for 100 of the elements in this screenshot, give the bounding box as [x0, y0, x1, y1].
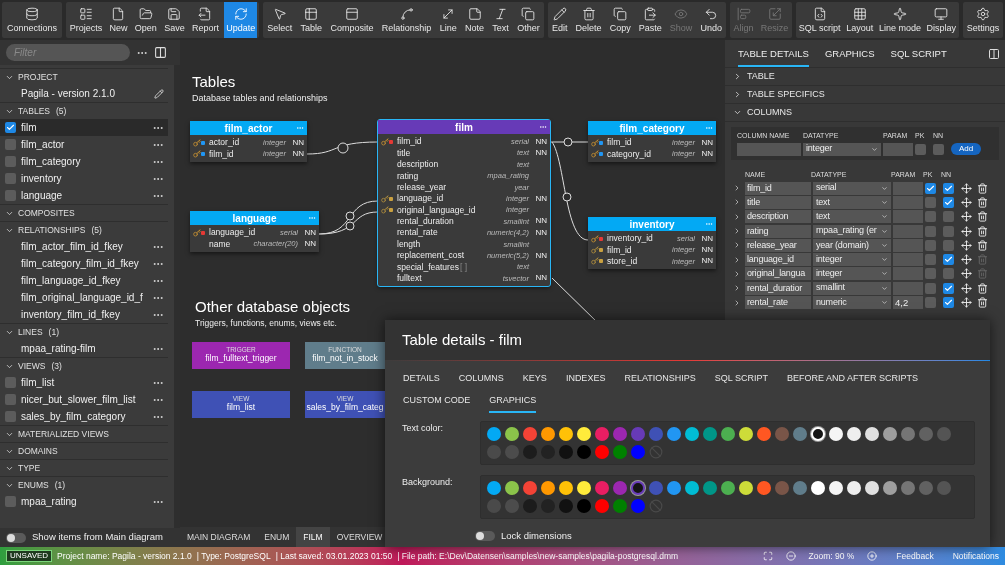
color-swatch[interactable]: [595, 499, 609, 513]
checkbox[interactable]: [5, 411, 16, 422]
move-icon[interactable]: [961, 297, 972, 308]
checkbox[interactable]: [925, 254, 936, 266]
color-swatch[interactable]: [505, 445, 519, 459]
color-swatch[interactable]: [721, 481, 735, 495]
dialog-tab[interactable]: DETAILS: [403, 369, 440, 391]
datatype-select[interactable]: integer: [803, 142, 881, 156]
toggle-switch[interactable]: [475, 531, 495, 542]
column-name-field[interactable]: description: [745, 210, 811, 224]
panel-toggle-icon[interactable]: [988, 48, 1000, 60]
checkbox[interactable]: [5, 156, 16, 167]
color-swatch[interactable]: [667, 427, 681, 441]
toolbar-button[interactable]: Save: [162, 2, 187, 38]
color-swatch[interactable]: [505, 499, 519, 513]
param-field[interactable]: [893, 181, 923, 195]
toolbar-button[interactable]: Display: [924, 2, 959, 38]
toolbar-button[interactable]: Report: [190, 2, 221, 38]
checkbox[interactable]: [925, 211, 936, 223]
tree-item[interactable]: film_list: [0, 374, 168, 391]
color-swatch[interactable]: [577, 445, 591, 459]
toolbar-button[interactable]: Text: [490, 2, 511, 38]
section-header[interactable]: PROJECT: [0, 68, 168, 85]
fullscreen-icon[interactable]: [762, 551, 773, 561]
color-swatch[interactable]: [739, 481, 753, 495]
checkbox[interactable]: [925, 239, 936, 251]
color-swatch[interactable]: [883, 481, 897, 495]
checkbox[interactable]: [925, 282, 936, 294]
color-swatch[interactable]: [721, 427, 735, 441]
dialog-tab[interactable]: GRAPHICS: [489, 391, 537, 413]
checkbox[interactable]: [943, 196, 954, 208]
relationship-line[interactable]: [551, 141, 589, 241]
diagram-tab[interactable]: ENUM: [257, 527, 297, 547]
color-swatch[interactable]: [559, 427, 573, 441]
column-name-field[interactable]: [737, 142, 801, 156]
checkbox[interactable]: [915, 143, 926, 155]
color-swatch[interactable]: [775, 481, 789, 495]
color-swatch[interactable]: [847, 481, 861, 495]
toolbar-button[interactable]: Copy: [607, 2, 633, 38]
color-swatch[interactable]: [649, 481, 663, 495]
color-swatch[interactable]: [613, 481, 627, 495]
param-field[interactable]: [883, 142, 913, 156]
move-icon[interactable]: [961, 254, 972, 266]
checkbox[interactable]: [943, 225, 954, 237]
dialog-tab[interactable]: RELATIONSHIPS: [624, 369, 696, 391]
more-icon[interactable]: [539, 123, 547, 131]
toolbar-button[interactable]: Projects: [67, 2, 105, 38]
checkbox[interactable]: [5, 139, 16, 150]
toolbar-button[interactable]: Line mode: [876, 2, 923, 38]
tree-item[interactable]: Pagila - version 2.1.0: [0, 85, 168, 102]
toolbar-button[interactable]: Relationship: [379, 2, 434, 38]
color-swatch[interactable]: [829, 481, 843, 495]
delete-icon[interactable]: [977, 239, 988, 251]
tree-item[interactable]: film_category_film_id_fkey: [0, 255, 168, 272]
color-swatch[interactable]: [937, 427, 951, 441]
checkbox[interactable]: [925, 268, 936, 280]
color-swatch[interactable]: [685, 427, 699, 441]
tree-item[interactable]: film_category: [0, 153, 168, 170]
checkbox[interactable]: [925, 297, 936, 308]
no-color-icon[interactable]: [649, 499, 663, 513]
checkbox[interactable]: [943, 239, 954, 251]
toolbar-button[interactable]: Delete: [573, 2, 604, 38]
column-name-field[interactable]: title: [745, 195, 811, 209]
toolbar-button[interactable]: Select: [265, 2, 295, 38]
toolbar-button[interactable]: Paste: [636, 2, 664, 38]
color-swatch[interactable]: [595, 445, 609, 459]
delete-icon[interactable]: [977, 211, 988, 223]
param-field[interactable]: [893, 281, 923, 295]
color-swatch[interactable]: [865, 427, 879, 441]
toolbar-button[interactable]: Layout: [844, 2, 876, 38]
section-header[interactable]: VIEWS (3): [0, 357, 168, 374]
dialog-tab[interactable]: CUSTOM CODE: [403, 391, 471, 413]
color-swatch[interactable]: [613, 499, 627, 513]
toolbar-button[interactable]: Line: [437, 2, 459, 38]
zoom-out-icon[interactable]: [785, 551, 796, 561]
checkbox[interactable]: [943, 254, 954, 266]
color-swatch[interactable]: [595, 481, 609, 495]
datatype-select[interactable]: serial: [813, 181, 891, 195]
tree-item[interactable]: mpaa_rating-film: [0, 340, 168, 357]
datatype-select[interactable]: text: [813, 210, 891, 224]
color-swatch[interactable]: [901, 481, 915, 495]
table-node[interactable]: [378, 120, 550, 287]
color-swatch[interactable]: [703, 481, 717, 495]
accordion-header[interactable]: TABLE SPECIFICS: [725, 86, 1005, 104]
column-name-field[interactable]: rating: [745, 224, 811, 238]
section-header[interactable]: TYPE: [0, 459, 168, 476]
datatype-select[interactable]: smallint: [813, 281, 891, 295]
tree-item[interactable]: language: [0, 187, 168, 204]
toolbar-button[interactable]: Undo: [698, 2, 724, 38]
tree-item[interactable]: film_language_id_fkey: [0, 272, 168, 289]
toolbar-button[interactable]: Other: [515, 2, 542, 38]
color-swatch[interactable]: [613, 427, 627, 441]
color-swatch[interactable]: [919, 427, 933, 441]
color-swatch[interactable]: [793, 481, 807, 495]
color-swatch[interactable]: [793, 427, 807, 441]
checkbox[interactable]: [943, 282, 954, 294]
color-swatch[interactable]: [613, 445, 627, 459]
checkbox[interactable]: [925, 225, 936, 237]
section-header[interactable]: COMPOSITES: [0, 204, 168, 221]
relationship-line[interactable]: [306, 141, 379, 155]
